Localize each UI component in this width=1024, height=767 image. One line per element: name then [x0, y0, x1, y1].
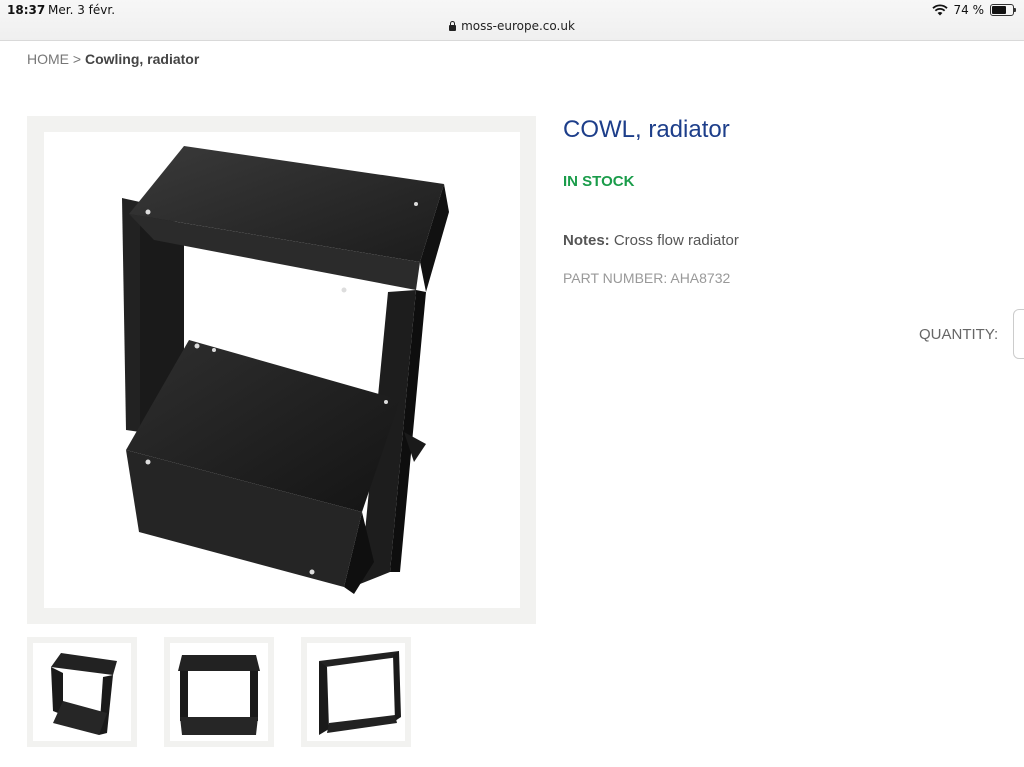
wifi-icon [931, 4, 948, 16]
breadcrumb-current: Cowling, radiator [84, 51, 200, 67]
breadcrumb-home-link[interactable]: HOME [27, 51, 69, 67]
stock-status-badge: IN STOCK [563, 173, 635, 190]
status-time: 18:37 [7, 3, 46, 17]
thumbnail-cowl-front-image [178, 655, 260, 735]
address-bar[interactable]: moss-europe.co.uk [0, 19, 1024, 33]
part-number: PART NUMBER: AHA8732 [563, 270, 731, 286]
product-thumbnail-1[interactable] [27, 637, 137, 747]
notes-label: Notes: [563, 232, 610, 249]
battery-icon [990, 4, 1016, 16]
product-title: COWL, radiator [563, 116, 730, 143]
status-date: Mer. 3 févr. [48, 3, 116, 17]
battery-level [992, 6, 1006, 14]
url-text[interactable]: moss-europe.co.uk [461, 19, 575, 33]
breadcrumb-separator: > [72, 51, 82, 67]
product-main-image[interactable] [27, 116, 536, 624]
quantity-input[interactable] [1013, 309, 1024, 359]
lock-icon [449, 21, 457, 31]
thumbnail-cowl-side-image [319, 651, 401, 735]
status-right: 74 % [931, 2, 1016, 18]
battery-percent: 74 % [953, 3, 985, 17]
product-notes: Notes: Cross flow radiator [563, 232, 739, 249]
thumbnail-cowl-angle-image [51, 653, 117, 735]
breadcrumb: HOME > Cowling, radiator [27, 51, 199, 67]
radiator-cowl-image [122, 146, 449, 594]
product-thumbnail-3[interactable] [301, 637, 411, 747]
quantity-label: QUANTITY: [919, 326, 999, 343]
notes-value: Cross flow radiator [613, 232, 739, 249]
product-thumbnail-2[interactable] [164, 637, 274, 747]
browser-status-bar: 18:37 Mer. 3 févr. 74 % moss-europe.co.u… [0, 0, 1024, 41]
